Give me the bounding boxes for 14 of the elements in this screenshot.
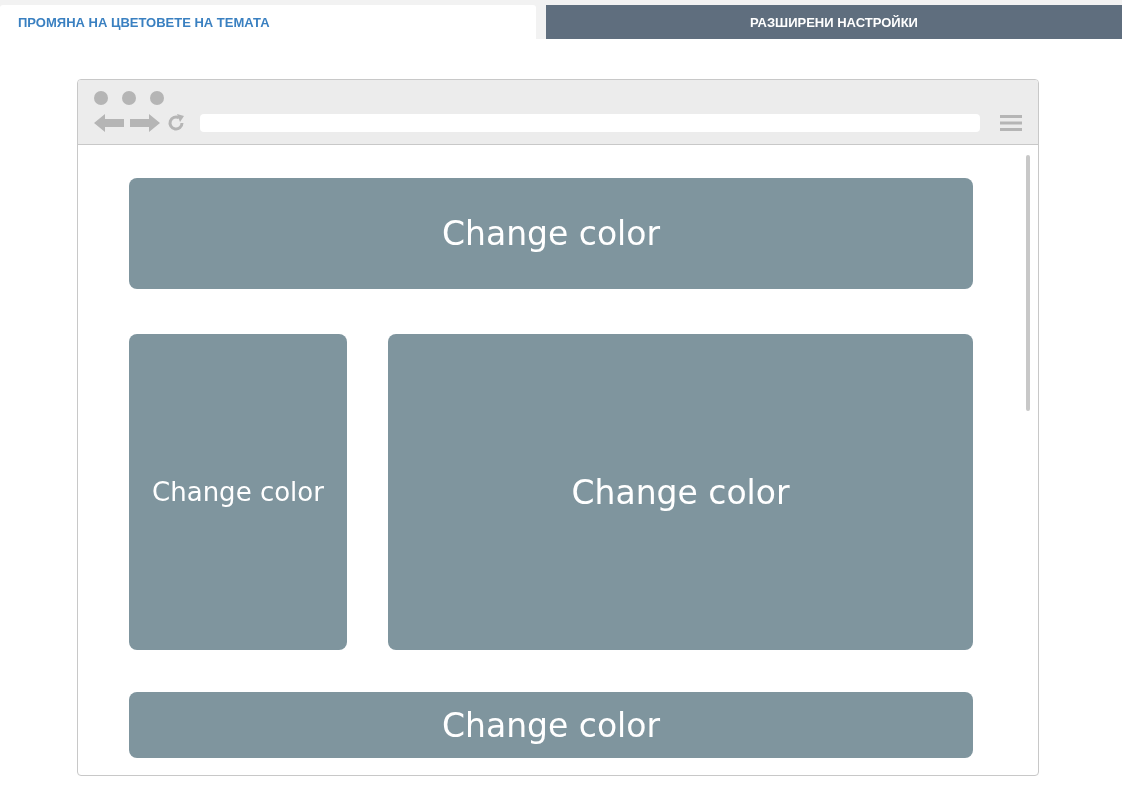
window-dot-icon — [94, 91, 108, 105]
color-panel[interactable]: Change color — [129, 334, 347, 650]
window-dot-icon — [122, 91, 136, 105]
tab[interactable]: ПРОМЯНА НА ЦВЕТОВЕТЕ НА ТЕМАТА — [0, 5, 536, 39]
color-panel[interactable]: Change color — [388, 334, 973, 650]
back-arrow-icon[interactable] — [94, 114, 124, 132]
forward-arrow-icon[interactable] — [130, 114, 160, 132]
color-panel[interactable]: Change color — [129, 692, 973, 758]
scrollbar[interactable] — [1026, 155, 1030, 411]
color-panel[interactable]: Change color — [129, 178, 973, 289]
reload-icon[interactable] — [166, 113, 186, 133]
window-dot-icon — [150, 91, 164, 105]
tab[interactable]: РАЗШИРЕНИ НАСТРОЙКИ — [546, 5, 1122, 39]
menu-icon[interactable] — [1000, 115, 1022, 131]
